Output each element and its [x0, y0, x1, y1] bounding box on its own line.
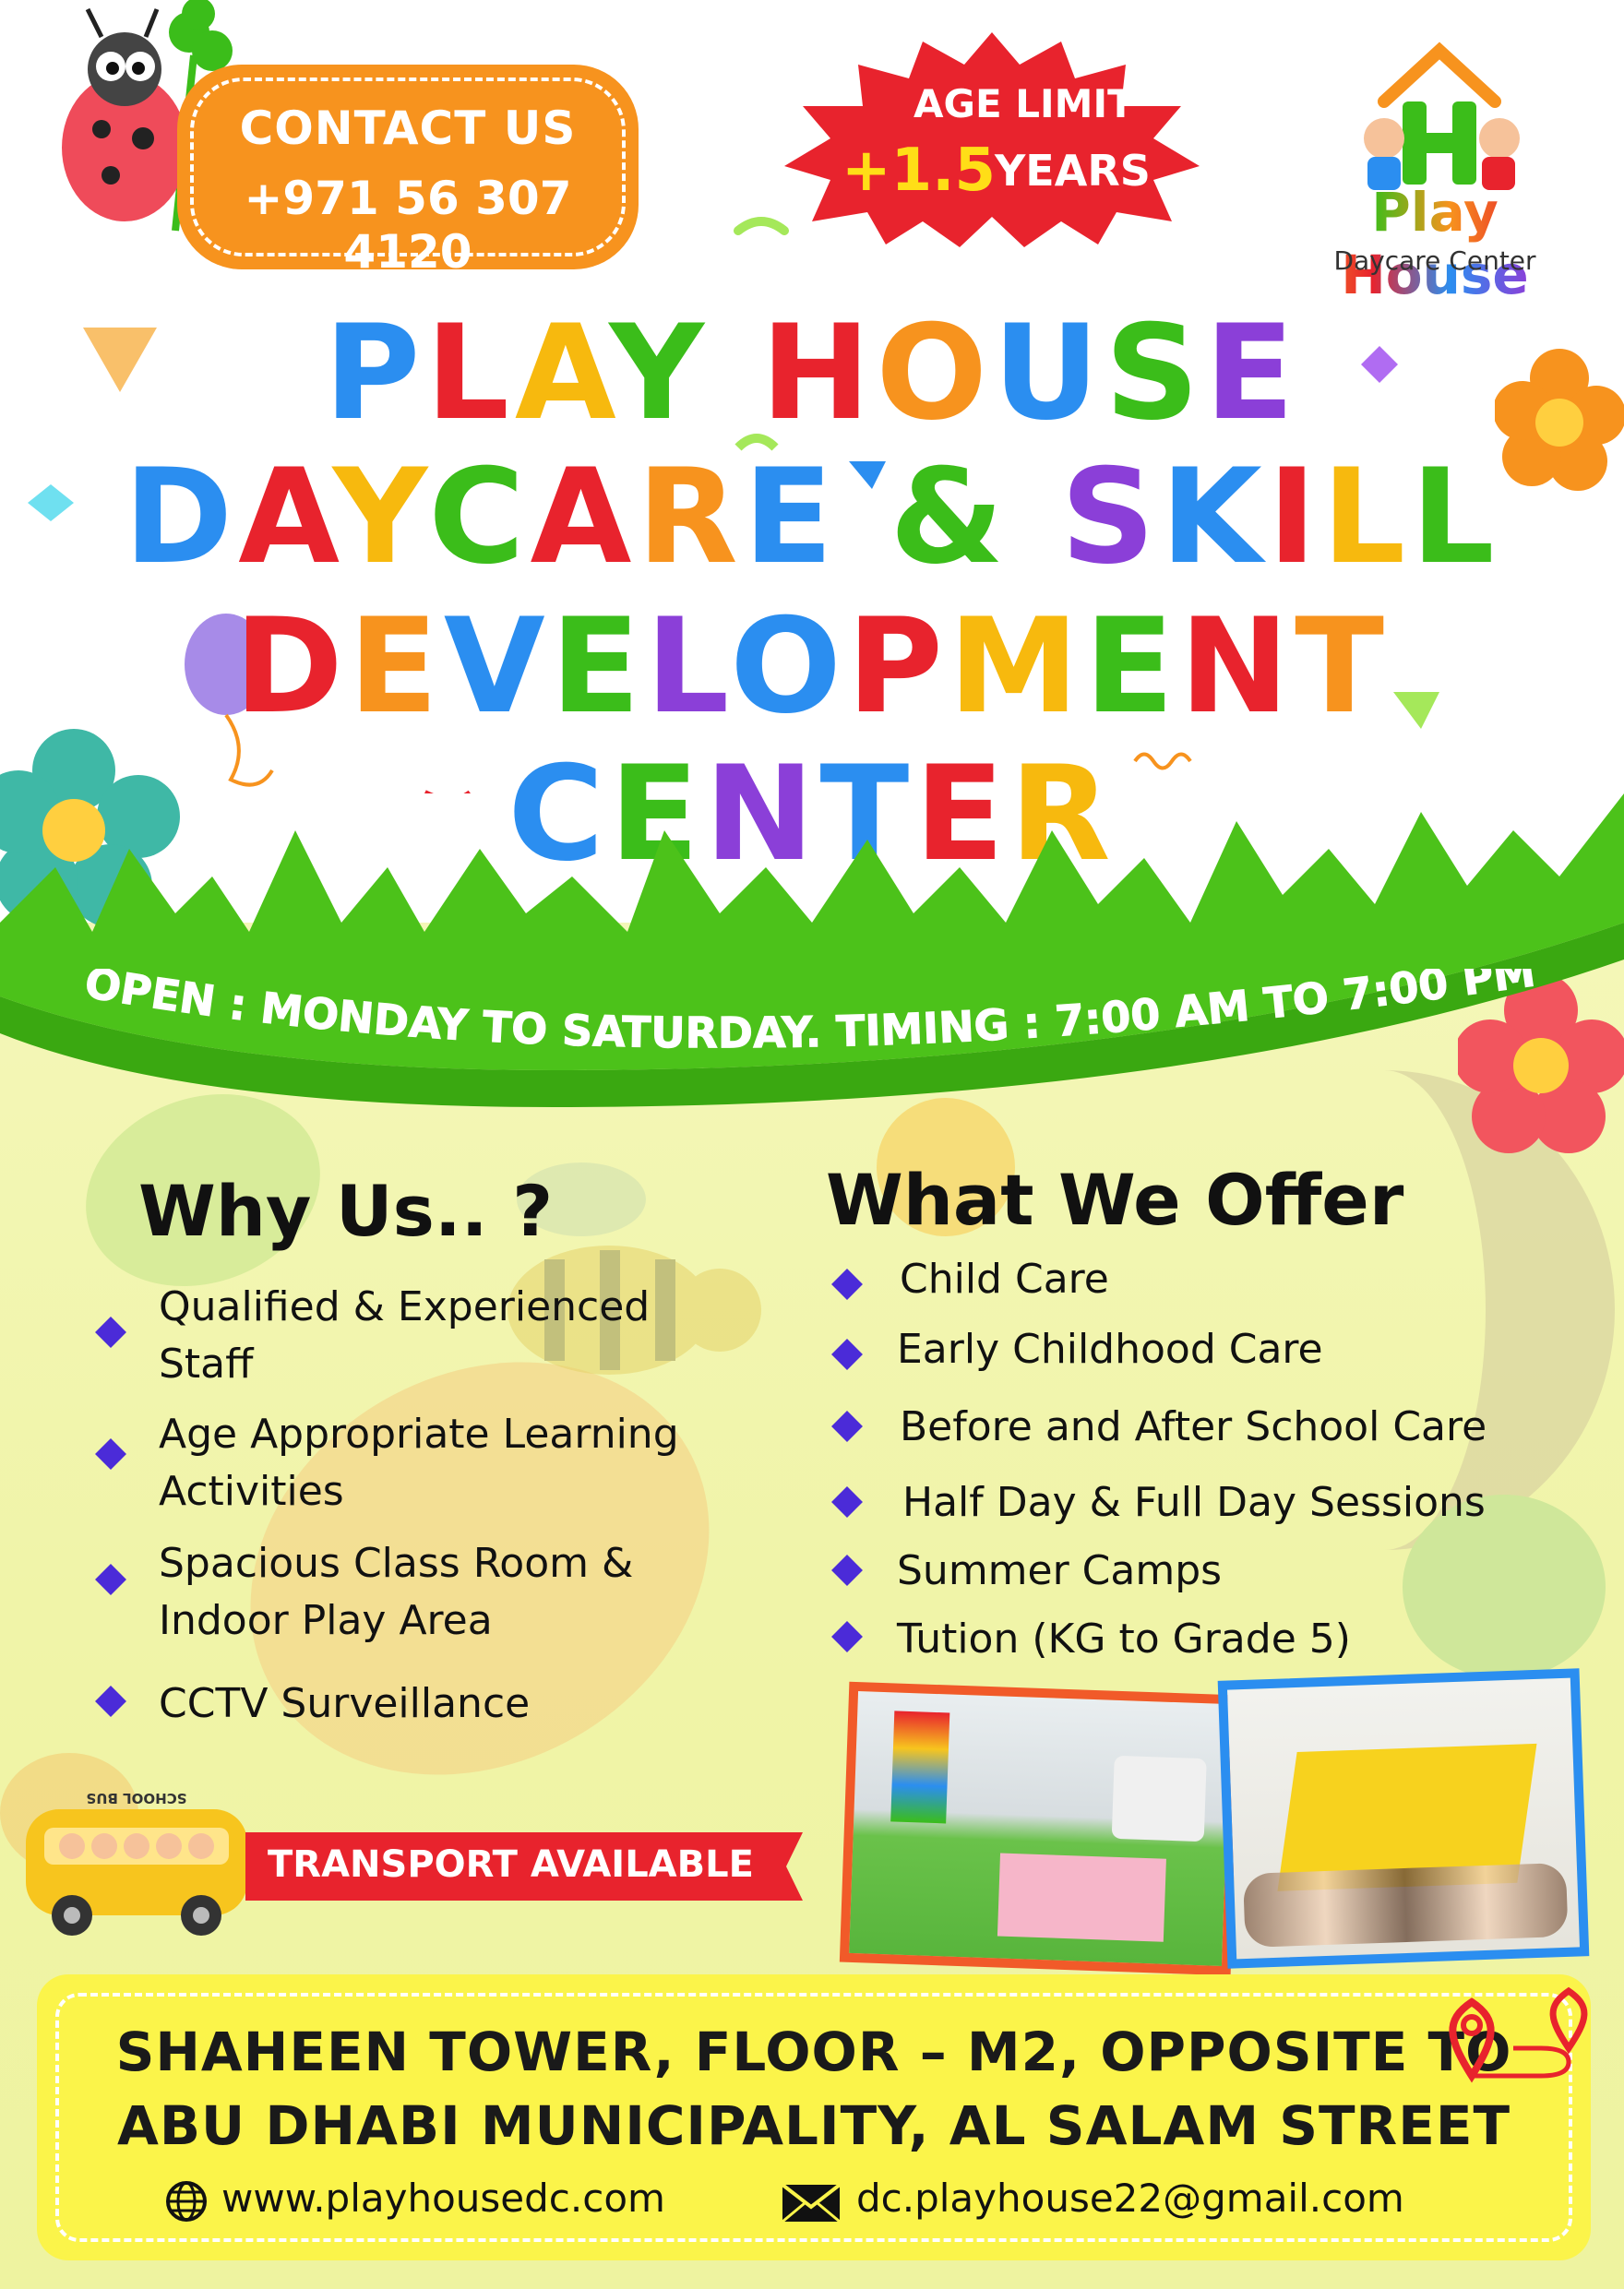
- age-limit-badge: AGE LIMIT +1.5 YEARS: [766, 28, 1218, 249]
- title-letter: P: [846, 590, 949, 743]
- age-limit-label: AGE LIMIT: [914, 81, 1134, 126]
- classroom-photo-1: [839, 1681, 1241, 1976]
- why-us-item-line1: Qualified & Experienced: [159, 1283, 651, 1330]
- contact-badge: CONTACT US +971 56 307 4120: [177, 65, 639, 279]
- why-us-item: Age Appropriate Learning Activities: [159, 1406, 679, 1520]
- why-us-item-line2: Activities: [159, 1468, 344, 1515]
- title-letter: I: [1267, 441, 1322, 593]
- title-letter: S: [1105, 297, 1205, 449]
- title-letter: E: [1084, 590, 1180, 743]
- offer-item: Half Day & Full Day Sessions: [902, 1479, 1486, 1526]
- title-letter: L: [1411, 441, 1500, 593]
- address-box: SHAHEEN TOWER, FLOOR – M2, OPPOSITE TO A…: [37, 1974, 1591, 2260]
- offer-item: Early Childhood Care: [897, 1326, 1323, 1373]
- opening-hours-banner: OPEN : MONDAY TO SATURDAY. TIMING : 7:00…: [81, 969, 1539, 1058]
- title-line-3: DEVELOPMENT: [0, 590, 1624, 743]
- title-letter: P: [324, 297, 426, 449]
- school-bus-label: SCHOOL BUS: [86, 1790, 186, 1806]
- title-letter: L: [425, 297, 515, 449]
- title-letter: A: [514, 297, 610, 449]
- why-us-item-line2: Indoor Play Area: [159, 1597, 493, 1644]
- title-line-1: PLAY HOUSE: [0, 297, 1624, 449]
- title-line-1-text: PLAY HOUSE: [324, 297, 1299, 449]
- title-letter: Y: [609, 297, 710, 449]
- title-letter: U: [993, 297, 1105, 449]
- mail-icon: [781, 2183, 842, 2223]
- title-line-2: DAYCARE & SKILL: [0, 441, 1624, 593]
- title-letter: V: [443, 590, 551, 743]
- logo-house-icon: [1364, 42, 1520, 190]
- title-letter: [710, 297, 760, 449]
- title-letter: A: [530, 441, 638, 593]
- title-letter: C: [428, 441, 531, 593]
- photo-1-toys: [890, 1711, 950, 1824]
- title-letter: H: [760, 297, 877, 449]
- school-bus-icon: SCHOOL BUS: [26, 1790, 247, 1936]
- title-letter: T: [1295, 590, 1391, 743]
- why-us-item-line1: Age Appropriate Learning: [159, 1411, 679, 1458]
- contact-phone[interactable]: +971 56 307 4120: [177, 172, 639, 279]
- title-letter: M: [948, 590, 1085, 743]
- svg-text:OPEN : MONDAY TO SATURDAY. TIM: OPEN : MONDAY TO SATURDAY. TIMING : 7:00…: [81, 969, 1538, 1057]
- address-line-2: ABU DHABI MUNICIPALITY, AL SALAM STREET: [116, 2094, 1511, 2157]
- why-us-item: Qualified & Experienced Staff: [159, 1279, 650, 1393]
- title-line-3-text: DEVELOPMENT: [234, 590, 1390, 743]
- offer-item: Summer Camps: [897, 1547, 1223, 1594]
- title-letter: D: [233, 590, 349, 743]
- title-line-2-text: DAYCARE & SKILL: [124, 441, 1499, 593]
- title-letter: O: [730, 590, 847, 743]
- classroom-photo-2: [1217, 1668, 1590, 1969]
- title-letter: L: [645, 590, 731, 743]
- contact-title: CONTACT US: [239, 101, 577, 155]
- location-route-icon: [1449, 1986, 1588, 2083]
- why-us-item-line2: Staff: [159, 1341, 254, 1388]
- why-us-heading: Why Us.. ?: [138, 1170, 554, 1252]
- title-letter: &: [890, 441, 1010, 593]
- age-limit-unit: YEARS: [995, 146, 1151, 196]
- globe-icon: [166, 2181, 207, 2222]
- photo-1-mat: [997, 1853, 1166, 1942]
- why-us-item: CCTV Surveillance: [159, 1675, 530, 1733]
- title-letter: Y: [332, 441, 429, 593]
- title-letter: [1009, 441, 1060, 593]
- title-letter: O: [876, 297, 994, 449]
- why-us-item-line1: Spacious Class Room &: [159, 1540, 634, 1587]
- logo-subtitle: Daycare Center: [1333, 245, 1536, 276]
- title-letter: N: [1179, 590, 1296, 743]
- photo-1-slide: [1111, 1755, 1207, 1842]
- banner-tail-shape: [775, 1832, 803, 1901]
- title-letter: A: [238, 441, 333, 593]
- confetti-squiggle: [734, 217, 789, 235]
- opening-hours-text: OPEN : MONDAY TO SATURDAY. TIMING : 7:00…: [81, 969, 1539, 1058]
- title-letter: R: [637, 441, 744, 593]
- title-letter: S: [1060, 441, 1161, 593]
- title-letter: [839, 441, 890, 593]
- offer-item: Before and After School Care: [900, 1403, 1487, 1450]
- title-letter: E: [743, 441, 839, 593]
- email-link[interactable]: dc.playhouse22@gmail.com: [856, 2176, 1404, 2221]
- title-letter: E: [550, 590, 646, 743]
- title-letter: L: [1321, 441, 1412, 593]
- what-we-offer-heading: What We Offer: [826, 1159, 1404, 1241]
- photo-2-kids: [1242, 1862, 1569, 1949]
- why-us-item-line1: CCTV Surveillance: [159, 1680, 531, 1727]
- address-line-1: SHAHEEN TOWER, FLOOR – M2, OPPOSITE TO: [115, 2021, 1512, 2083]
- offer-item: Tution (KG to Grade 5): [897, 1615, 1351, 1663]
- transport-label: TRANSPORT AVAILABLE: [268, 1843, 754, 1886]
- title-letter: E: [1204, 297, 1300, 449]
- website-link[interactable]: www.playhousedc.com: [221, 2176, 665, 2221]
- title-letter: E: [348, 590, 444, 743]
- offer-item: Child Care: [900, 1256, 1109, 1303]
- title-letter: D: [124, 441, 239, 593]
- transport-banner: TRANSPORT AVAILABLE: [245, 1832, 781, 1901]
- why-us-item: Spacious Class Room & Indoor Play Area: [159, 1535, 633, 1650]
- title-letter: K: [1160, 441, 1268, 593]
- age-limit-number: +1.5: [842, 137, 996, 205]
